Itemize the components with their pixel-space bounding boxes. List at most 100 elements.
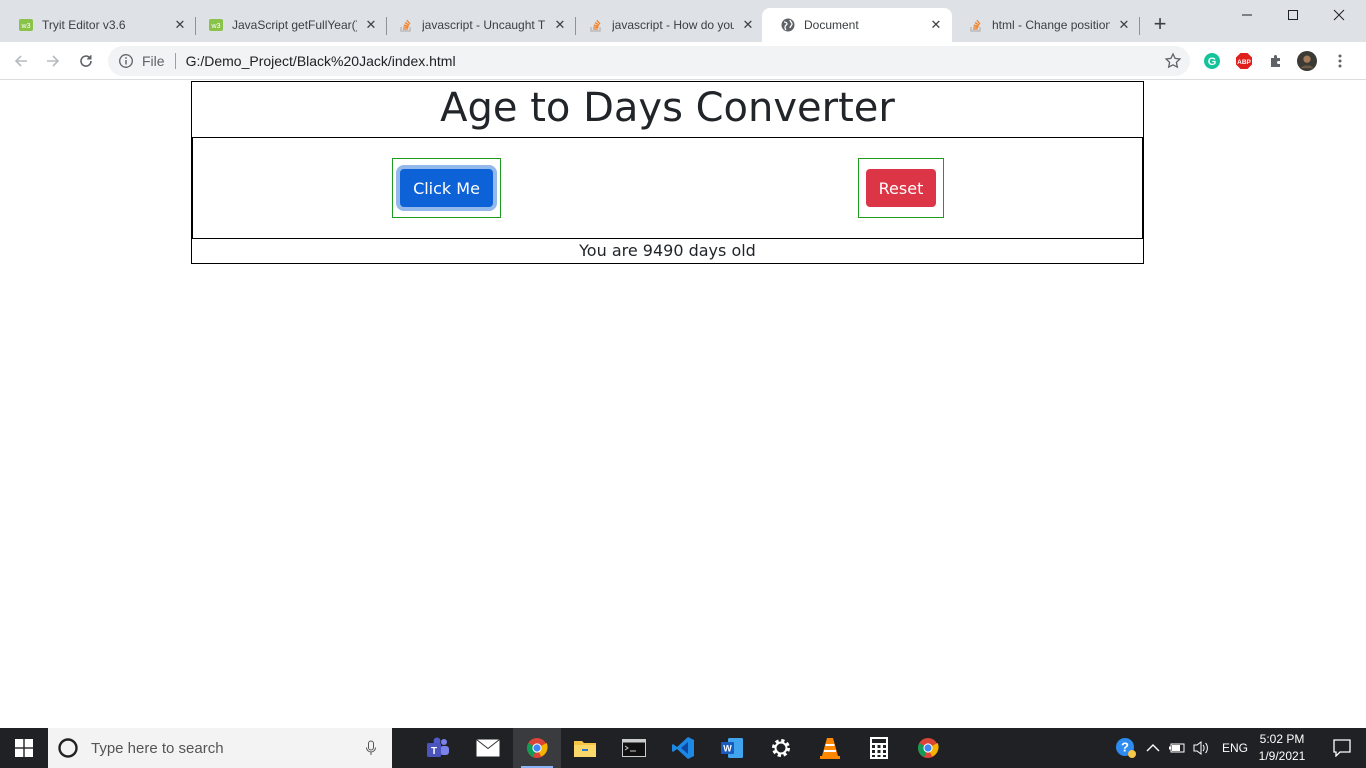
browser-toolbar: File G:/Demo_Project/Black%20Jack/index.… [0, 42, 1366, 80]
back-arrow-icon [14, 55, 27, 67]
browser-menu-button[interactable] [1330, 51, 1350, 71]
windows-logo-icon [15, 739, 33, 757]
taskbar-calculator[interactable] [855, 728, 903, 768]
button-row: Click Me Reset [192, 138, 1143, 239]
tab-title: html - Change position [992, 18, 1110, 32]
tab-close-icon[interactable]: ✕ [552, 17, 568, 33]
help-icon[interactable]: ? [1114, 736, 1138, 760]
taskbar-vscode[interactable] [659, 728, 707, 768]
converter-container: Age to Days Converter Click Me Reset You… [191, 81, 1144, 264]
new-tab-button[interactable]: + [1148, 13, 1172, 37]
tab-close-icon[interactable]: ✕ [1116, 17, 1132, 33]
taskbar-vlc[interactable] [806, 728, 854, 768]
svg-text:T: T [431, 746, 437, 757]
reset-button-wrapper: Reset [858, 158, 944, 218]
volume-icon[interactable] [1192, 740, 1210, 756]
word-icon: W [721, 738, 743, 758]
minimize-icon [1242, 14, 1252, 16]
grammarly-extension[interactable]: G [1202, 51, 1222, 71]
input-language[interactable]: ENG [1222, 741, 1248, 755]
puzzle-icon [1271, 55, 1280, 67]
tab-title: javascript - How do you [612, 18, 734, 32]
taskbar-terminal[interactable] [610, 728, 658, 768]
taskbar-mail[interactable] [464, 728, 512, 768]
stackoverflow-icon [970, 19, 981, 32]
maximize-button[interactable] [1270, 0, 1316, 30]
forward-arrow-icon [47, 55, 60, 67]
windows-taskbar: Type here to search T W ? ENG 5:02 PM 1/… [0, 728, 1366, 768]
tab-close-icon[interactable]: ✕ [740, 17, 756, 33]
globe-icon [781, 18, 795, 32]
system-tray: ? ENG [1114, 728, 1248, 768]
adblock-plus-icon: ABP [1236, 53, 1252, 69]
tab-close-icon[interactable]: ✕ [928, 17, 944, 33]
taskbar-file-explorer[interactable] [561, 728, 609, 768]
back-button[interactable] [9, 49, 33, 73]
tab-uncaught[interactable]: javascript - Uncaught T ✕ [380, 8, 576, 42]
taskbar-teams[interactable]: T [414, 728, 462, 768]
tab-how-do-you[interactable]: javascript - How do you ✕ [570, 8, 764, 42]
profile-button[interactable] [1297, 51, 1317, 71]
teams-icon: T [427, 737, 449, 757]
tab-title: Tryit Editor v3.6 [42, 18, 126, 32]
cortana-icon [58, 738, 78, 758]
tab-title: JavaScript getFullYear() [232, 18, 357, 32]
omnibox-divider [174, 53, 176, 69]
svg-text:G: G [1208, 56, 1217, 68]
tab-document[interactable]: Document ✕ [762, 8, 952, 42]
close-icon [1333, 9, 1345, 21]
minimize-button[interactable] [1224, 0, 1270, 30]
url-text[interactable]: G:/Demo_Project/Black%20Jack/index.html [186, 53, 1164, 69]
tab-tryit-editor[interactable]: w3 Tryit Editor v3.6 ✕ [0, 8, 196, 42]
taskbar-clock[interactable]: 5:02 PM 1/9/2021 [1252, 731, 1312, 765]
battery-icon[interactable] [1168, 741, 1186, 755]
vscode-icon [672, 737, 694, 759]
chrome-icon [527, 738, 548, 758]
action-center-button[interactable] [1318, 728, 1366, 768]
stackoverflow-icon [400, 19, 411, 32]
page-title: Age to Days Converter [192, 82, 1143, 138]
svg-text:w3: w3 [21, 23, 31, 30]
start-button[interactable] [0, 728, 48, 768]
bookmark-star-icon[interactable] [1164, 52, 1182, 70]
info-icon[interactable] [118, 53, 134, 69]
vlc-icon [820, 738, 840, 759]
tab-change-position[interactable]: html - Change position ✕ [950, 8, 1140, 42]
reset-button[interactable]: Reset [865, 169, 937, 207]
profile-avatar [1297, 51, 1317, 71]
search-placeholder: Type here to search [91, 739, 224, 757]
extensions-button[interactable] [1266, 51, 1286, 71]
close-window-button[interactable] [1316, 0, 1362, 30]
svg-text:W: W [723, 744, 732, 754]
svg-text:ABP: ABP [1237, 59, 1251, 66]
chevron-up-icon[interactable] [1146, 743, 1160, 753]
microphone-icon[interactable] [364, 740, 378, 756]
kebab-menu-icon [1338, 54, 1342, 68]
adblock-extension[interactable]: ABP [1234, 51, 1254, 71]
taskbar-chrome[interactable] [904, 728, 952, 768]
tab-title: javascript - Uncaught T [422, 18, 546, 32]
click-button-wrapper: Click Me [392, 158, 501, 218]
taskbar-settings[interactable] [757, 728, 805, 768]
taskbar-search[interactable]: Type here to search [48, 728, 392, 768]
settings-icon [772, 739, 790, 757]
tab-close-icon[interactable]: ✕ [363, 17, 379, 33]
result-text: You are 9490 days old [579, 241, 756, 260]
stackoverflow-icon [590, 19, 601, 32]
taskbar-chrome-active[interactable] [513, 728, 561, 768]
svg-text:w3: w3 [211, 23, 221, 30]
address-bar[interactable]: File G:/Demo_Project/Black%20Jack/index.… [108, 46, 1190, 76]
calculator-icon [870, 737, 888, 759]
reload-button[interactable] [74, 49, 98, 73]
clock-time: 5:02 PM [1259, 732, 1305, 746]
chrome-icon [918, 738, 939, 758]
click-me-button[interactable]: Click Me [400, 169, 493, 207]
tab-getfullyear[interactable]: w3 JavaScript getFullYear() ✕ [190, 8, 387, 42]
forward-button[interactable] [41, 49, 65, 73]
mail-icon [476, 739, 500, 757]
tab-strip: w3 Tryit Editor v3.6 ✕ w3 JavaScript get… [0, 0, 1366, 42]
maximize-icon [1288, 10, 1298, 20]
tab-close-icon[interactable]: ✕ [172, 17, 188, 33]
file-explorer-icon [574, 741, 596, 757]
taskbar-word[interactable]: W [708, 728, 756, 768]
